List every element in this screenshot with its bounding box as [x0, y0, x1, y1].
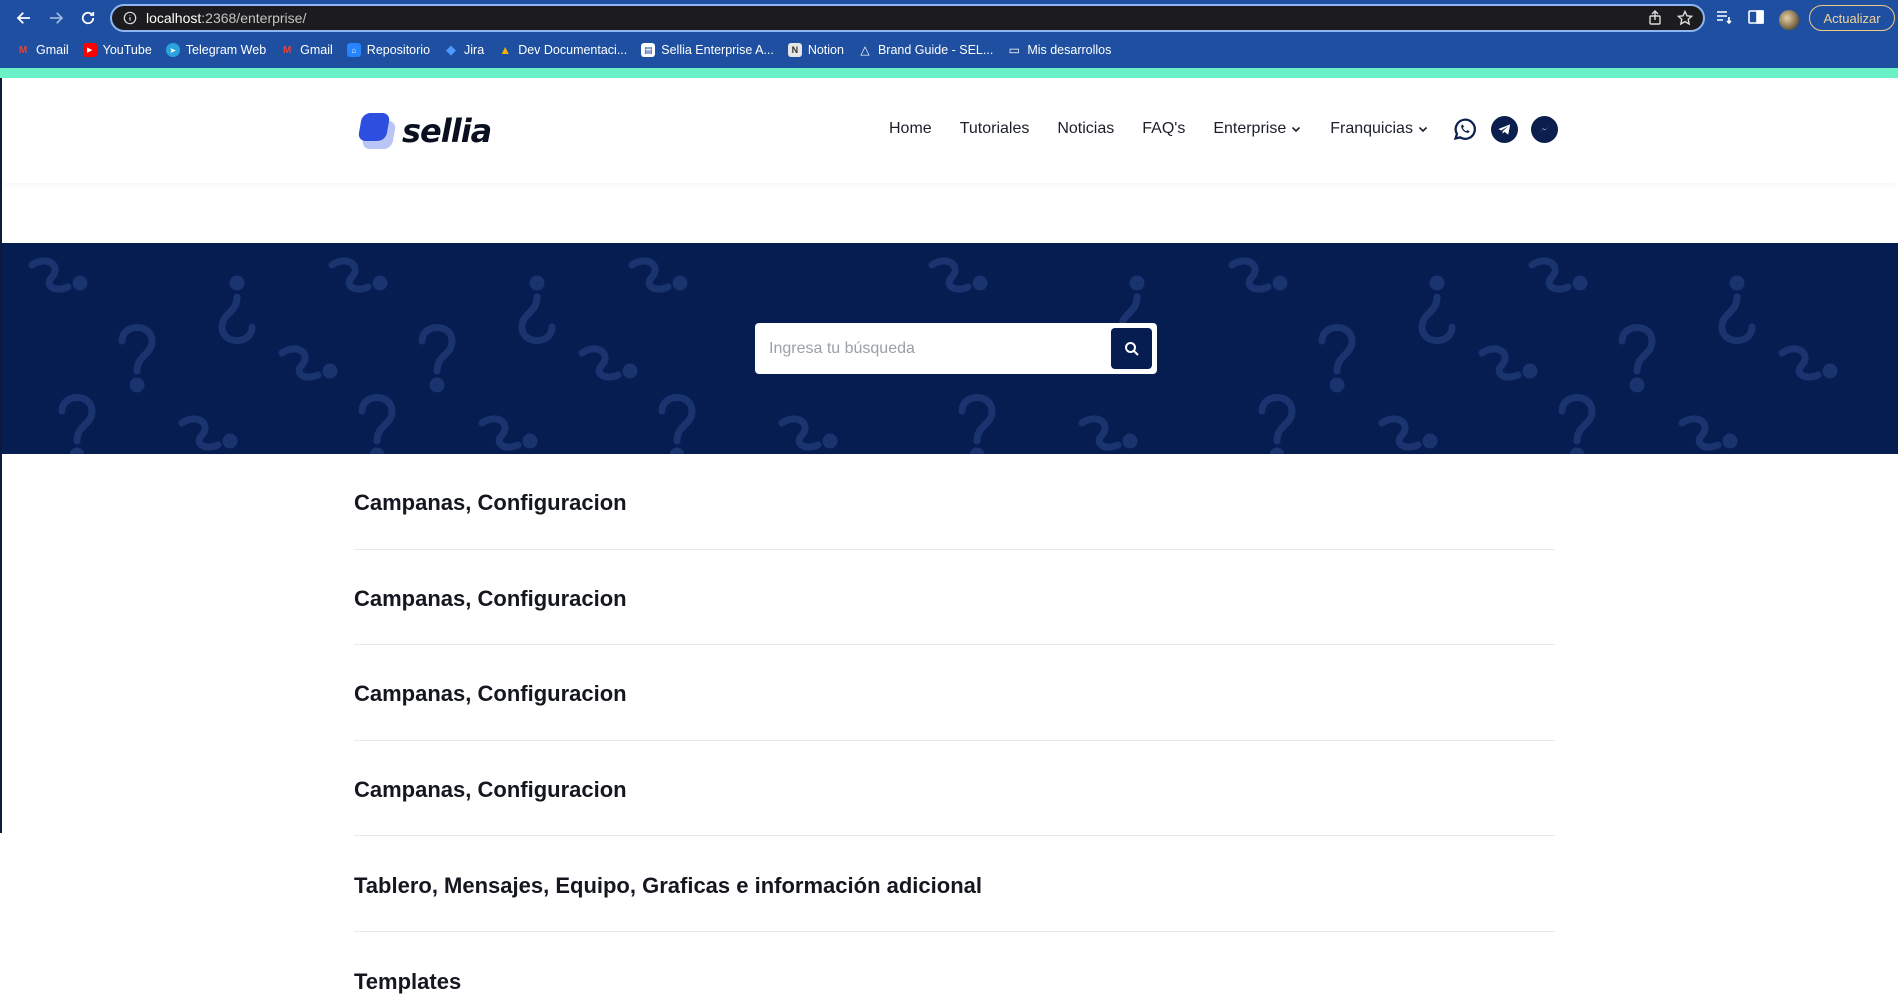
bookmark-telegram[interactable]: ➤ Telegram Web [165, 43, 266, 57]
gmail-icon: M [282, 44, 292, 56]
bookmark-youtube[interactable]: ▶ YouTube [82, 43, 152, 57]
reload-icon[interactable] [76, 6, 100, 30]
bookmark-star-icon[interactable] [1676, 9, 1694, 31]
update-button[interactable]: Actualizar [1809, 5, 1895, 31]
notion-icon: N [787, 43, 802, 57]
bookmark-brand-guide[interactable]: △ Brand Guide - SEL... [858, 43, 993, 57]
list-item[interactable]: Templates [354, 932, 1555, 1004]
browser-chrome: localhost:2368/enterprise/ Actualizar MG… [0, 0, 1898, 70]
list-item[interactable]: Campanas, Configuracion [354, 741, 1555, 837]
search-input[interactable] [769, 339, 1099, 358]
search-icon [1124, 341, 1139, 356]
reading-list-icon[interactable] [1715, 8, 1733, 31]
search-button[interactable] [1111, 328, 1152, 369]
bookmark-notion[interactable]: N Notion [787, 43, 844, 57]
nav-faqs[interactable]: FAQ's [1142, 120, 1185, 138]
browser-toolbar: localhost:2368/enterprise/ Actualizar [0, 0, 1898, 36]
accent-line [0, 68, 1898, 78]
bookmarks-bar: M Gmail ▶ YouTube ➤ Telegram Web M Gmail ⌂ Re… [0, 38, 1898, 62]
article-list: Campanas, Configuracion Campanas, Config… [354, 454, 1555, 1004]
article-title[interactable]: Tablero, Mensajes, Equipo, Graficas e in… [354, 873, 982, 899]
nav-home[interactable]: Home [889, 120, 932, 138]
bookmark-repositorio[interactable]: ⌂ Repositorio [346, 43, 430, 57]
telegram-icon[interactable] [1491, 116, 1518, 143]
bookmark-dev-doc[interactable]: ▲ Dev Documentaci... [498, 43, 627, 57]
article-title[interactable]: Templates [354, 969, 461, 995]
bookmark-gmail-2[interactable]: M Gmail [280, 43, 333, 57]
profile-avatar[interactable] [1779, 9, 1799, 30]
site-header: sellia Home Tutoriales Noticias FAQ's En… [2, 78, 1898, 183]
article-title[interactable]: Campanas, Configuracion [354, 586, 627, 612]
share-icon[interactable] [1647, 10, 1663, 31]
bookmark-mis-desarrollos[interactable]: ▭ Mis desarrollos [1007, 43, 1112, 57]
list-item[interactable]: Campanas, Configuracion [354, 645, 1555, 741]
list-item[interactable]: Tablero, Mensajes, Equipo, Graficas e in… [354, 836, 1555, 932]
nav-enterprise[interactable]: Enterprise [1213, 120, 1302, 138]
social-links [1451, 116, 1558, 143]
page-left-edge [0, 78, 2, 833]
article-title[interactable]: Campanas, Configuracion [354, 777, 627, 803]
side-panel-icon[interactable] [1747, 8, 1765, 31]
drive-icon: ▲ [499, 43, 512, 57]
whatsapp-icon[interactable] [1451, 116, 1478, 143]
repo-icon: ⌂ [346, 43, 361, 57]
back-icon[interactable] [12, 6, 36, 30]
site-info-icon[interactable] [122, 10, 138, 26]
forward-icon[interactable] [44, 6, 68, 30]
triangle-icon: △ [860, 43, 870, 57]
messenger-icon[interactable] [1531, 116, 1558, 143]
sellia-logo[interactable]: sellia [357, 112, 492, 150]
hero-search-banner [2, 243, 1898, 454]
bookmark-sellia-enterprise[interactable]: ▤ Sellia Enterprise A... [641, 43, 774, 57]
main-nav: Home Tutoriales Noticias FAQ's Enterpris… [889, 120, 1457, 138]
address-bar[interactable]: localhost:2368/enterprise/ [110, 4, 1705, 32]
gmail-icon: M [18, 44, 28, 56]
bookmark-gmail[interactable]: M Gmail [16, 43, 69, 57]
nav-franquicias[interactable]: Franquicias [1330, 120, 1429, 138]
doc-icon: ▤ [641, 43, 656, 57]
nav-noticias[interactable]: Noticias [1057, 120, 1114, 138]
nav-tutoriales[interactable]: Tutoriales [960, 120, 1030, 138]
search-box [755, 323, 1157, 374]
article-title[interactable]: Campanas, Configuracion [354, 490, 627, 516]
telegram-icon: ➤ [165, 43, 180, 57]
chevron-down-icon [1292, 126, 1301, 133]
jira-icon: ◆ [446, 42, 457, 57]
list-item[interactable]: Campanas, Configuracion [354, 454, 1555, 550]
chevron-down-icon [1418, 126, 1428, 133]
bookmark-jira[interactable]: ◆ Jira [444, 42, 484, 57]
url-text: localhost:2368/enterprise/ [146, 10, 307, 26]
article-title[interactable]: Campanas, Configuracion [354, 681, 627, 707]
list-item[interactable]: Campanas, Configuracion [354, 550, 1555, 646]
folder-icon: ▭ [1008, 43, 1020, 57]
youtube-icon: ▶ [82, 43, 97, 57]
logo-mark-icon [357, 113, 398, 149]
